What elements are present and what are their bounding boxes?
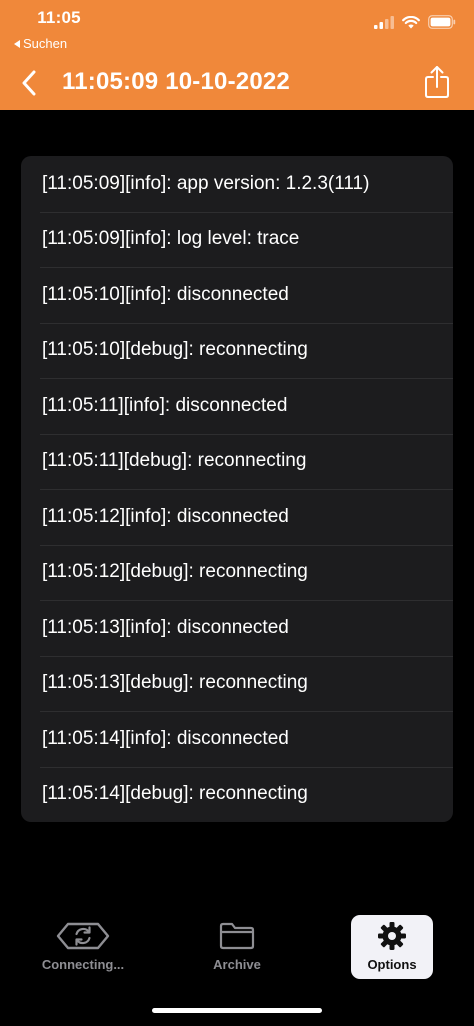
status-time: 11:05 [37,8,81,27]
log-entry: [11:05:10][info]: disconnected [21,267,453,323]
share-icon [425,66,449,98]
log-entry: [11:05:10][debug]: reconnecting [21,322,453,379]
tab-connecting[interactable]: Connecting... [30,915,136,977]
tab-connecting-label: Connecting... [41,957,125,972]
back-button[interactable] [14,66,44,100]
tab-archive[interactable]: Archive [197,915,277,977]
folder-icon [219,922,255,950]
refresh-icon [56,922,110,950]
back-to-app-label: Suchen [23,36,68,51]
log-entry: [11:05:14][info]: disconnected [21,711,453,767]
tab-options-label: Options [367,957,417,972]
wifi-icon [402,15,420,28]
log-entry: [11:05:13][info]: disconnected [21,600,453,656]
log-entry: [11:05:11][info]: disconnected [21,378,453,434]
log-entry: [11:05:12][debug]: reconnecting [21,544,453,601]
status-icons [374,15,456,29]
gear-icon [378,922,406,950]
log-entry: [11:05:13][debug]: reconnecting [21,655,453,712]
share-button[interactable] [422,64,452,100]
back-to-app-link[interactable]: Suchen [14,36,67,51]
page-title: 11:05:09 10-10-2022 [62,68,290,95]
log-list: [11:05:09][info]: app version: 1.2.3(111… [21,156,453,822]
battery-icon [428,15,456,29]
tab-options[interactable]: Options [351,915,433,979]
log-detail-screen: 11:05 Suchen 11:05:09 10-10-2022 [11:05:… [0,0,474,1026]
cellular-signal-icon [374,15,394,29]
tab-archive-label: Archive [213,957,261,972]
log-entry: [11:05:11][debug]: reconnecting [21,433,453,490]
tab-bar: Connecting... Archive Options [0,905,474,995]
log-entry: [11:05:14][debug]: reconnecting [21,766,453,823]
log-entry: [11:05:09][info]: app version: 1.2.3(111… [42,172,370,194]
back-triangle-icon [14,39,20,48]
home-indicator [152,1008,322,1013]
header: 11:05 Suchen 11:05:09 10-10-2022 [0,0,474,110]
log-entry: [11:05:12][info]: disconnected [21,489,453,545]
chevron-left-icon [22,70,36,96]
log-entry: [11:05:09][info]: log level: trace [21,211,453,268]
